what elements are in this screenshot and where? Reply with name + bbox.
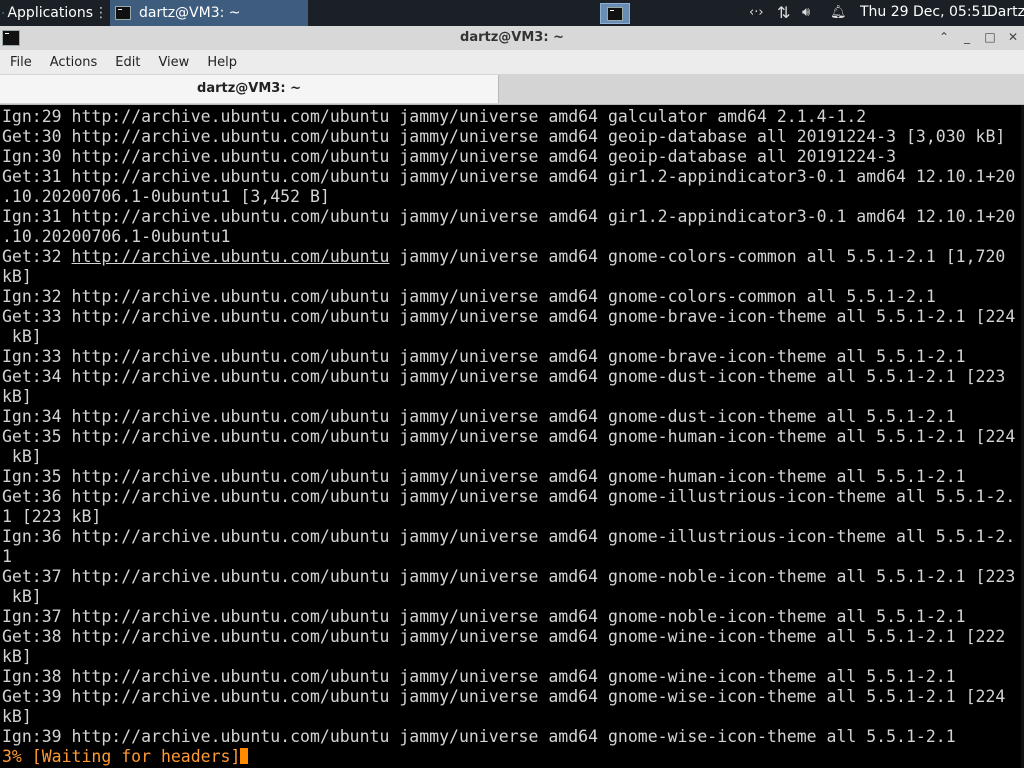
tab-terminal[interactable]: dartz@VM3: ~ [0,75,499,103]
terminal-line: kB] [2,447,42,466]
progress-line: 3% [Waiting for headers] [2,747,249,767]
window-title: dartz@VM3: ~ [460,30,564,45]
terminal-line: Ign:32 http://archive.ubuntu.com/ubuntu … [2,287,936,306]
terminal-line: Get:33 http://archive.ubuntu.com/ubuntu … [2,307,1016,326]
volume-icon[interactable]: 🔊︎ [802,5,810,21]
terminal-line: .10.20200706.1-0ubuntu1 [3,452 B] [2,187,330,206]
terminal-line: Get:34 http://archive.ubuntu.com/ubuntu … [2,367,1006,386]
terminal-line: Ign:30 http://archive.ubuntu.com/ubuntu … [2,147,897,166]
terminal-line-suffix: jammy/universe amd64 gnome-colors-common… [389,247,1006,266]
shade-button[interactable]: ⌃ [936,29,952,45]
terminal-icon [607,6,623,21]
minimize-button[interactable]: _ [959,29,975,45]
window-titlebar[interactable]: dartz@VM3: ~ ⌃ _ □ ✕ [0,26,1024,50]
top-panel: Applications ⋮ dartz@VM3: ~ ‹·› ⇅ 🔊︎ 🔔︎ … [0,0,1024,26]
terminal-line: kB] [2,387,32,406]
close-button[interactable]: ✕ [1005,29,1021,45]
terminal-line: Get:38 http://archive.ubuntu.com/ubuntu … [2,627,1006,646]
menu-edit[interactable]: Edit [105,55,148,70]
terminal-line: 1 [2,547,12,566]
terminal-line: Get:35 http://archive.ubuntu.com/ubuntu … [2,427,1016,446]
network-icon[interactable]: ‹·› [749,5,764,21]
applications-menu-button[interactable]: Applications ⋮ [0,0,108,26]
terminal-line: Get:32 http://archive.ubuntu.com/ubuntu … [2,247,1022,267]
terminal-line: Ign:33 http://archive.ubuntu.com/ubuntu … [2,347,966,366]
terminal-line: 1 [223 kB] [2,507,102,526]
menu-view[interactable]: View [148,55,197,70]
applications-label: Applications [7,5,93,21]
transfer-icon[interactable]: ⇅ [777,5,790,21]
terminal-line: Ign:36 http://archive.ubuntu.com/ubuntu … [2,527,1016,546]
terminal-line: .10.20200706.1-0ubuntu1 [2,227,231,246]
terminal-output[interactable]: Ign:29 http://archive.ubuntu.com/ubuntu … [0,105,1024,768]
terminal-line: kB] [2,267,32,286]
terminal-icon [115,6,131,20]
menu-separator-icon: ⋮ [94,5,108,21]
menu-help[interactable]: Help [197,55,245,70]
user-menu[interactable]: Dartz [987,4,1024,20]
terminal-line: kB] [2,327,42,346]
menu-actions[interactable]: Actions [40,55,106,70]
terminal-lines: Ign:29 http://archive.ubuntu.com/ubuntu … [2,107,1022,747]
terminal-line: Ign:39 http://archive.ubuntu.com/ubuntu … [2,727,956,746]
terminal-line: Ign:31 http://archive.ubuntu.com/ubuntu … [2,207,1016,226]
terminal-line: Get:31 http://archive.ubuntu.com/ubuntu … [2,167,1016,186]
progress-text: 3% [Waiting for headers] [2,747,241,766]
terminal-line: kB] [2,647,32,666]
workspace-switcher-button[interactable] [600,3,630,24]
terminal-line: Get:30 http://archive.ubuntu.com/ubuntu … [2,127,1006,146]
tab-bar: dartz@VM3: ~ [0,74,1024,105]
taskbar-window-label: dartz@VM3: ~ [139,5,241,21]
terminal-line: Get:37 http://archive.ubuntu.com/ubuntu … [2,567,1016,586]
maximize-button[interactable]: □ [982,29,998,45]
terminal-line: kB] [2,587,42,606]
terminal-line: Ign:38 http://archive.ubuntu.com/ubuntu … [2,667,956,686]
terminal-line: Ign:37 http://archive.ubuntu.com/ubuntu … [2,607,966,626]
notification-bell-icon[interactable]: 🔔︎ [830,5,847,21]
terminal-line: Ign:29 http://archive.ubuntu.com/ubuntu … [2,107,867,126]
terminal-link[interactable]: http://archive.ubuntu.com/ubuntu [72,247,390,266]
terminal-cursor [240,748,249,764]
taskbar-window-button[interactable]: dartz@VM3: ~ [110,0,308,26]
terminal-line: Get:39 http://archive.ubuntu.com/ubuntu … [2,687,1006,706]
terminal-line-prefix: Get:32 [2,247,72,266]
xfce-logo-icon [2,11,5,15]
terminal-line: kB] [2,707,32,726]
terminal-line: Get:36 http://archive.ubuntu.com/ubuntu … [2,487,1016,506]
clock[interactable]: Thu 29 Dec, 05:51 [860,4,989,20]
menu-file[interactable]: File [0,55,40,70]
menubar: File Actions Edit View Help [0,50,1024,74]
terminal-line: Ign:34 http://archive.ubuntu.com/ubuntu … [2,407,956,426]
terminal-line: Ign:35 http://archive.ubuntu.com/ubuntu … [2,467,966,486]
